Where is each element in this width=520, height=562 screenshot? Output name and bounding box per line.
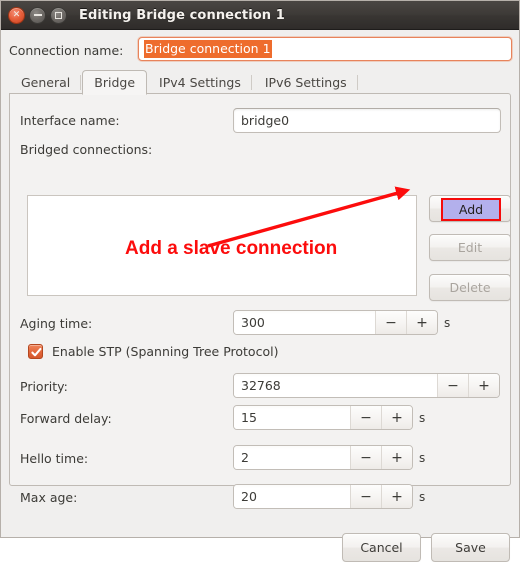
save-button[interactable]: Save [431,533,510,562]
bridged-connections-label: Bridged connections: [20,142,153,157]
aging-time-value[interactable]: 300 [234,311,375,334]
tab-ipv6-settings-label: IPv6 Settings [264,75,347,90]
edit-button-label: Edit [457,240,483,255]
max-age-unit: s [419,490,426,504]
hello-time-row: Hello time: [20,451,88,466]
tab-general[interactable]: General [9,70,82,94]
priority-label: Priority: [20,379,68,394]
delete-button[interactable]: Delete [429,274,511,301]
tab-ipv4-settings[interactable]: IPv4 Settings [147,70,253,94]
bridge-settings-panel: Interface name: bridge0 Bridged connecti… [9,93,511,509]
aging-time-unit: s [444,316,451,330]
edit-button[interactable]: Edit [429,234,511,261]
minimize-glyph [30,8,45,23]
hello-time-decrement-button[interactable]: − [350,446,381,469]
tab-bar: General Bridge IPv4 Settings IPv6 Settin… [9,69,511,95]
connection-name-input[interactable]: Bridge connection 1 [138,37,512,61]
close-glyph: ✕ [12,9,21,20]
max-age-value[interactable]: 20 [234,485,350,508]
forward-delay-increment-button[interactable]: + [381,406,412,429]
connection-name-label: Connection name: [9,42,124,58]
aging-time-spinner[interactable]: 300 − + [233,310,438,335]
aging-time-row: Aging time: [20,316,92,331]
minimize-icon[interactable] [29,6,46,24]
aging-time-increment-button[interactable]: + [406,311,437,334]
forward-delay-row: Forward delay: [20,411,112,426]
tab-general-label: General [21,75,71,90]
hello-time-value[interactable]: 2 [234,446,350,469]
dialog-body: Connection name: Bridge connection 1 Gen… [1,30,519,562]
max-age-label: Max age: [20,490,78,505]
tab-ipv6-settings[interactable]: IPv6 Settings [253,70,359,94]
window-title: Editing Bridge connection 1 [79,7,285,23]
hello-time-label: Hello time: [20,451,89,466]
connection-name-row: Connection name: Bridge connection 1 [9,37,512,63]
cancel-button-label: Cancel [360,540,403,555]
hello-time-unit: s [419,451,426,465]
hello-time-spinner[interactable]: 2 − + [233,445,413,470]
interface-name-label: Interface name: [20,113,120,128]
max-age-row: Max age: [20,490,77,505]
add-button-label: Add [458,202,484,217]
forward-delay-unit: s [419,411,426,425]
priority-decrement-button[interactable]: − [437,374,468,397]
title-bar: ✕ Editing Bridge connection 1 [1,1,519,30]
close-icon[interactable]: ✕ [8,6,25,24]
maximize-glyph [51,8,66,23]
tab-ipv4-settings-label: IPv4 Settings [159,75,241,90]
enable-stp-label: Enable STP (Spanning Tree Protocol) [52,344,279,359]
cancel-button[interactable]: Cancel [342,533,421,562]
window-controls: ✕ [8,6,67,24]
aging-time-decrement-button[interactable]: − [375,311,406,334]
priority-row: Priority: [20,379,68,394]
annotation-text: Add a slave connection [125,238,338,259]
connection-name-value: Bridge connection 1 [144,40,272,58]
forward-delay-decrement-button[interactable]: − [350,406,381,429]
priority-spinner[interactable]: 32768 − + [233,373,500,398]
tab-bridge-label: Bridge [94,75,136,90]
hello-time-increment-button[interactable]: + [381,446,412,469]
checkmark-icon [28,344,43,359]
delete-button-label: Delete [449,280,491,295]
forward-delay-spinner[interactable]: 15 − + [233,405,413,430]
forward-delay-value[interactable]: 15 [234,406,350,429]
bridged-connections-row: Bridged connections: [20,142,152,157]
save-button-label: Save [455,540,486,555]
tab-bridge[interactable]: Bridge [82,70,148,95]
priority-increment-button[interactable]: + [468,374,499,397]
priority-value[interactable]: 32768 [234,374,437,397]
editing-bridge-connection-dialog: ✕ Editing Bridge connection 1 Connection… [0,0,520,562]
enable-stp-checkbox[interactable]: Enable STP (Spanning Tree Protocol) [28,344,278,359]
maximize-icon[interactable] [50,6,67,24]
max-age-increment-button[interactable]: + [381,485,412,508]
interface-name-row: Interface name: [20,113,120,128]
interface-name-value: bridge0 [241,113,290,128]
add-button[interactable]: Add [429,195,511,222]
forward-delay-label: Forward delay: [20,411,112,426]
aging-time-label: Aging time: [20,316,93,331]
interface-name-input[interactable]: bridge0 [233,108,501,133]
add-button-label-box: Add [441,198,501,221]
max-age-decrement-button[interactable]: − [350,485,381,508]
max-age-spinner[interactable]: 20 − + [233,484,413,509]
